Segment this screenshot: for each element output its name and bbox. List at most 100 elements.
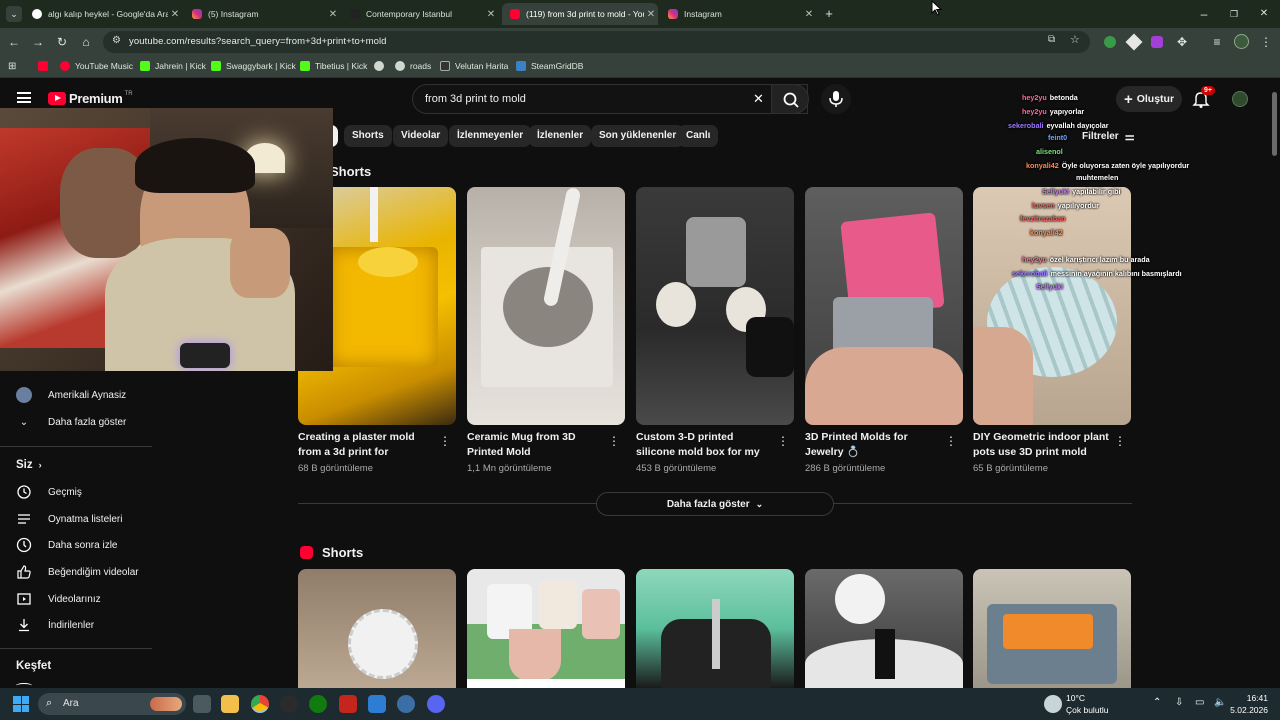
more-options-icon[interactable]: ⋮ [608, 434, 620, 448]
youtube-premium-logo[interactable]: Premium TR [48, 91, 133, 106]
bookmark-jahrein[interactable]: Jahrein | Kick [140, 61, 206, 71]
close-icon[interactable]: ✕ [802, 9, 816, 20]
subscription-item[interactable]: Amerikali Aynasiz [16, 385, 126, 405]
voice-search-button[interactable] [821, 84, 851, 114]
more-options-icon[interactable]: ⋮ [1114, 434, 1126, 448]
home-button[interactable]: ⌂ [78, 34, 94, 50]
extensions-puzzle-icon[interactable]: ✥ [1174, 34, 1190, 50]
bookmark-youtube-music[interactable]: YouTube Music [60, 61, 133, 71]
browser-tab-5[interactable]: Instagram ✕ [660, 3, 816, 25]
task-view-icon[interactable] [193, 695, 211, 713]
extension-icon[interactable] [1125, 33, 1143, 51]
clock-date[interactable]: 5.02.2026 [1222, 705, 1268, 715]
account-avatar[interactable] [1232, 91, 1248, 107]
browser-tab-4[interactable]: (119) from 3d print to mold - YouTube ✕ [502, 3, 658, 25]
notifications-button[interactable]: 9+ [1192, 86, 1215, 108]
more-options-icon[interactable]: ⋮ [945, 434, 957, 448]
chip-watched[interactable]: İzlenenler [529, 125, 592, 147]
short-thumbnail[interactable] [467, 187, 625, 425]
sidebar-item-history[interactable]: Geçmiş [16, 482, 82, 502]
bookmark-roads[interactable]: roads [395, 61, 431, 71]
sidebar-item-playlists[interactable]: Oynatma listeleri [16, 509, 122, 529]
show-more-button[interactable]: Daha fazla göster ⌄ [596, 492, 834, 516]
new-tab-button[interactable]: + [821, 6, 837, 22]
browser-tab-1[interactable]: algı kalıp heykel - Google'da Ara ✕ [24, 3, 182, 25]
discord-icon[interactable] [427, 695, 445, 713]
chip-unwatched[interactable]: İzlenmeyenler [449, 125, 532, 147]
site-info-icon[interactable]: ⚙ [112, 35, 121, 46]
chip-shorts[interactable]: Shorts [344, 125, 392, 147]
apps-grid-icon[interactable]: ⊞ [8, 61, 16, 72]
short-title[interactable]: Ceramic Mug from 3D Printed Mold [467, 430, 605, 459]
clear-search-icon[interactable]: ✕ [753, 91, 764, 107]
bookmark-tibetius[interactable]: Tibetius | Kick [300, 61, 367, 71]
scrollbar-thumb[interactable] [1272, 92, 1277, 156]
sidebar-item-liked-videos[interactable]: Beğendiğim videolar [16, 562, 139, 582]
file-explorer-icon[interactable] [221, 695, 239, 713]
sidebar-item-downloads[interactable]: İndirilenler [16, 615, 94, 635]
more-options-icon[interactable]: ⋮ [439, 434, 451, 448]
bookmark-star-icon[interactable]: ☆ [1070, 33, 1080, 46]
weather-temperature[interactable]: 10°C [1066, 693, 1085, 703]
bookmark-swaggybark[interactable]: Swaggybark | Kick [211, 61, 296, 71]
steam-icon[interactable] [280, 695, 298, 713]
address-bar[interactable]: ⚙ youtube.com/results?search_query=from+… [103, 31, 1090, 53]
clock-time[interactable]: 16:41 [1232, 693, 1268, 703]
search-button[interactable] [771, 84, 809, 114]
close-icon[interactable]: ✕ [326, 9, 340, 20]
short-thumbnail[interactable] [973, 569, 1131, 688]
weather-description[interactable]: Çok bulutlu [1066, 705, 1109, 715]
close-icon[interactable]: ✕ [644, 9, 658, 20]
reload-button[interactable]: ↻ [54, 34, 70, 50]
short-thumbnail[interactable] [298, 569, 456, 688]
sidebar-show-more[interactable]: ⌄ Daha fazla göster [16, 412, 127, 432]
reading-list-icon[interactable]: ≡ [1209, 34, 1225, 50]
tray-chevron-up-icon[interactable]: ⌃ [1153, 697, 1161, 708]
bookmark-steamgriddb[interactable]: SteamGridDB [516, 61, 583, 71]
close-icon[interactable]: ✕ [484, 9, 498, 20]
short-thumbnail[interactable] [467, 569, 625, 688]
back-button[interactable]: ← [6, 34, 22, 50]
tray-app-icon[interactable]: ⇩ [1175, 697, 1183, 708]
app-icon[interactable] [368, 695, 386, 713]
network-app-icon[interactable] [397, 695, 415, 713]
short-thumbnail[interactable] [636, 187, 794, 425]
short-thumbnail[interactable] [805, 187, 963, 425]
maximize-button[interactable]: ❐ [1226, 6, 1242, 22]
chip-recently-uploaded[interactable]: Son yüklenenler [591, 125, 685, 147]
short-title[interactable]: Custom 3-D printed silicone mold box for… [636, 430, 774, 460]
forward-button[interactable]: → [30, 34, 46, 50]
bookmark-item[interactable] [38, 61, 53, 71]
network-icon[interactable]: ▭ [1195, 697, 1204, 708]
more-options-icon[interactable]: ⋮ [777, 434, 789, 448]
short-title[interactable]: DIY Geometric indoor plant pots use 3D p… [973, 430, 1111, 459]
sidebar-item-your-videos[interactable]: Videolarınız [16, 589, 101, 609]
chip-videos[interactable]: Videolar [393, 125, 449, 147]
extension-icon[interactable] [1151, 36, 1163, 48]
windows-start-icon[interactable] [13, 696, 29, 712]
sidebar-item-watch-later[interactable]: Daha sonra izle [16, 535, 117, 555]
filters-button[interactable]: Filtreler ⚌ [1082, 130, 1135, 143]
close-icon[interactable]: ✕ [168, 9, 182, 20]
chip-live[interactable]: Canlı [678, 125, 719, 147]
profile-avatar[interactable] [1234, 34, 1249, 49]
you-section-title[interactable]: Siz › [16, 459, 42, 471]
close-window-button[interactable]: ✕ [1256, 6, 1272, 22]
game-app-icon[interactable] [339, 695, 357, 713]
hamburger-menu-icon[interactable] [17, 92, 31, 103]
short-thumbnail[interactable] [805, 569, 963, 688]
create-button[interactable]: + Oluştur [1116, 86, 1182, 112]
minimize-button[interactable]: – [1196, 6, 1212, 22]
xbox-icon[interactable] [309, 695, 327, 713]
install-app-icon[interactable]: ⧉ [1048, 34, 1055, 45]
tab-search-button[interactable]: ⌄ [6, 6, 22, 22]
bookmark-velutan[interactable]: Velutan Harita [440, 61, 508, 71]
chrome-icon[interactable] [251, 695, 269, 713]
short-title[interactable]: Creating a plaster mold from a 3d print … [298, 430, 436, 460]
browser-menu-icon[interactable]: ⋮ [1258, 34, 1274, 50]
short-thumbnail[interactable] [636, 569, 794, 688]
bookmark-globe[interactable] [374, 61, 389, 71]
browser-tab-3[interactable]: Contemporary Istanbul ✕ [342, 3, 498, 25]
taskbar-search-box[interactable]: ⌕ Ara [38, 693, 186, 715]
extension-icon[interactable] [1104, 36, 1116, 48]
